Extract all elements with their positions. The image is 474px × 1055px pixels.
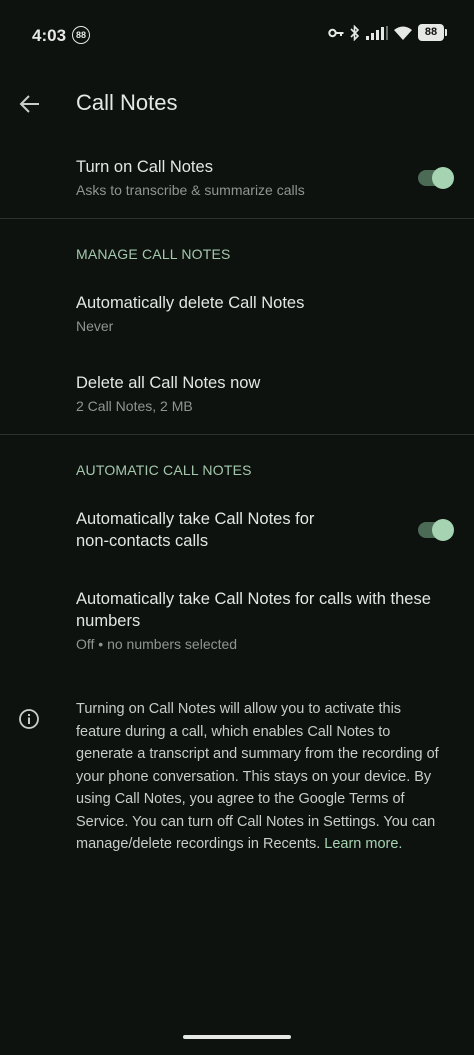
info-body: Turning on Call Notes will allow you to … — [76, 701, 439, 852]
automatic-section-header: AUTOMATIC CALL NOTES — [76, 462, 252, 478]
page-title: Call Notes — [76, 90, 178, 115]
toggle-thumb — [432, 167, 454, 189]
status-icons: 88 — [328, 24, 447, 41]
wifi-icon — [394, 26, 412, 40]
row-title: Automatically take Call Notes for non-co… — [76, 508, 384, 552]
arrow-back-icon[interactable] — [16, 90, 44, 118]
row-title-line1: Automatically take Call Notes for calls … — [76, 590, 431, 608]
numbers-row[interactable]: Automatically take Call Notes for calls … — [76, 588, 450, 654]
row-subtitle: Asks to transcribe & summarize calls — [76, 182, 305, 198]
toggle-thumb — [432, 519, 454, 541]
bluetooth-icon — [350, 24, 360, 41]
row-subtitle: 2 Call Notes, 2 MB — [76, 398, 193, 414]
row-title: Delete all Call Notes now — [76, 374, 261, 392]
auto-delete-row[interactable]: Automatically delete Call Notes Never — [76, 292, 450, 336]
row-subtitle: Off • no numbers selected — [76, 636, 238, 652]
status-bar: 4:03 88 88 — [0, 0, 474, 70]
learn-more-link[interactable]: Learn more. — [324, 836, 402, 852]
status-time: 4:03 — [32, 26, 67, 45]
row-title-line1: Automatically take Call Notes for — [76, 510, 315, 528]
non-contacts-toggle[interactable] — [418, 519, 454, 541]
info-text: Turning on Call Notes will allow you to … — [76, 698, 450, 856]
row-title: Turn on Call Notes — [76, 158, 213, 176]
notification-count-badge: 88 — [72, 26, 90, 44]
key-icon — [328, 28, 344, 37]
signal-icon — [366, 25, 388, 40]
divider — [0, 218, 474, 219]
row-title: Automatically delete Call Notes — [76, 294, 305, 312]
divider — [0, 434, 474, 435]
battery-icon: 88 — [418, 24, 447, 41]
row-subtitle: Never — [76, 318, 114, 334]
row-title-line2: numbers — [76, 612, 141, 630]
manage-section-header: MANAGE CALL NOTES — [76, 246, 231, 262]
home-indicator[interactable] — [183, 1035, 291, 1039]
delete-all-row[interactable]: Delete all Call Notes now 2 Call Notes, … — [76, 372, 450, 416]
turn-on-call-notes-row[interactable]: Turn on Call Notes Asks to transcribe & … — [76, 156, 450, 200]
non-contacts-row[interactable]: Automatically take Call Notes for non-co… — [76, 508, 384, 552]
info-icon — [19, 709, 39, 729]
app-bar: Call Notes — [0, 80, 474, 128]
row-title-line2: non-contacts calls — [76, 532, 209, 550]
row-title: Automatically take Call Notes for calls … — [76, 588, 450, 632]
call-notes-toggle[interactable] — [418, 167, 454, 189]
